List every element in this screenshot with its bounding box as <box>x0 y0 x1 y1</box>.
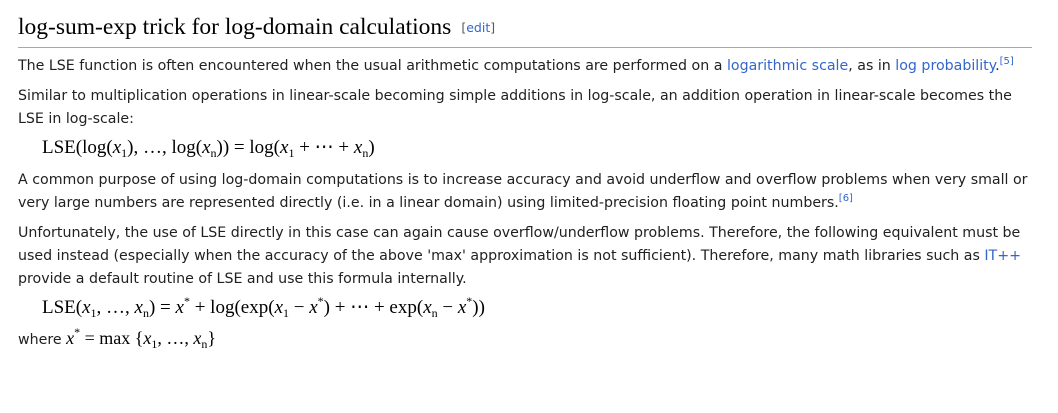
eq2-x1b: x <box>274 297 283 318</box>
paragraph-overflow: Unfortunately, the use of LSE directly i… <box>18 222 1032 291</box>
link-logarithmic-scale[interactable]: logarithmic scale <box>727 58 848 74</box>
link-log-probability[interactable]: log probability <box>895 58 995 74</box>
paragraph-lse-intro: The LSE function is often encountered wh… <box>18 55 1032 78</box>
reference-6[interactable]: [6] <box>839 193 853 204</box>
p3-text: A common purpose of using log-domain com… <box>18 172 1028 211</box>
eq2-xs: x <box>175 297 184 318</box>
p1-text-b: , as in <box>848 58 896 74</box>
p4-text-a: Unfortunately, the use of LSE directly i… <box>18 225 1021 264</box>
where-eq: = max { <box>80 328 144 348</box>
paragraph-linear-scale: Similar to multiplication operations in … <box>18 88 1012 127</box>
eq1-xn: x <box>202 137 211 158</box>
paragraph-log-domain-purpose: A common purpose of using log-domain com… <box>18 169 1032 215</box>
equation-lse-log: LSE(log(x1), …, log(xn)) = log(x1 + ⋯ + … <box>42 134 1032 162</box>
link-itpp[interactable]: IT++ <box>984 248 1021 264</box>
eq2-xs2: x <box>309 297 318 318</box>
where-definition: where x* = max {x1, …, xn} <box>18 326 1032 352</box>
eq2-xnb: x <box>423 297 432 318</box>
eq1-x1: x <box>112 137 122 158</box>
eq1-open: (log( <box>75 137 113 158</box>
p4-text-b: provide a default routine of LSE and use… <box>18 271 467 287</box>
where-xs: x <box>66 328 75 348</box>
section-heading: log-sum-exp trick for log-domain calcula… <box>18 12 1032 48</box>
eq1-lse: LSE <box>42 137 76 158</box>
reference-5[interactable]: [5] <box>1000 56 1014 67</box>
eq2-log-open: + log(exp( <box>189 297 275 318</box>
eq2-minus1: − <box>289 297 310 318</box>
eq2-mid: , …, <box>96 297 135 318</box>
eq1-mid: ), …, log( <box>127 137 203 158</box>
section-title: log-sum-exp trick for log-domain calcula… <box>18 14 452 40</box>
eq2-xn: x <box>134 297 143 318</box>
where-mid: , …, <box>157 328 194 348</box>
where-end: } <box>207 328 217 348</box>
eq2-end: )) <box>472 297 485 318</box>
equation-x-star: x* = max {x1, …, xn} <box>66 326 217 350</box>
eq2-eq: ) = <box>148 297 176 318</box>
eq2-x1: x <box>82 297 91 318</box>
eq2-minus2: − <box>437 297 458 318</box>
eq2-lse: LSE <box>42 297 76 318</box>
edit-link[interactable]: edit <box>466 20 490 35</box>
eq1-close: )) = log( <box>216 137 281 158</box>
equation-lse-stable: LSE(x1, …, xn) = x* + log(exp(x1 − x*) +… <box>42 294 1032 322</box>
p1-text-a: The LSE function is often encountered wh… <box>18 58 727 74</box>
edit-bracket-close: ] <box>490 20 496 35</box>
article-content: log-sum-exp trick for log-domain calcula… <box>18 12 1032 352</box>
edit-section: [edit] <box>461 20 495 35</box>
eq2-mid2: ) + ⋯ + exp( <box>323 297 424 318</box>
where-label: where <box>18 332 67 348</box>
eq1-plus: + ⋯ + <box>294 137 354 158</box>
eq1-end: ) <box>368 137 375 158</box>
